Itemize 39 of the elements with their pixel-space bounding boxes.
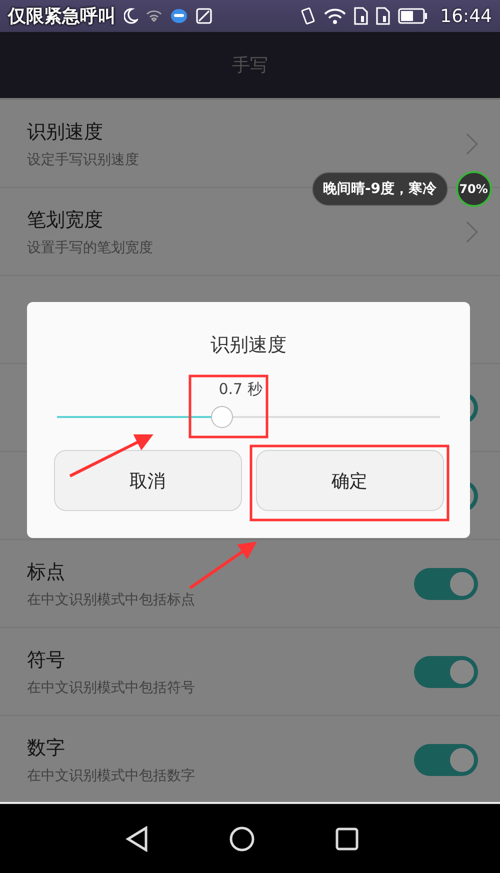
slider-value: 0.7 秒 [218, 380, 262, 399]
cancel-button[interactable]: 取消 [54, 450, 242, 511]
home-icon[interactable] [229, 826, 255, 852]
wifi-icon [324, 8, 346, 24]
setting-title: 标点 [27, 560, 65, 584]
setting-title: 识别速度 [27, 120, 103, 144]
percent-badge: 70% [456, 171, 492, 207]
setting-title: 数字 [27, 736, 65, 760]
setting-description: 在中文识别模式中包括数字 [27, 766, 195, 784]
setting-description: 设置手写的笔划宽度 [27, 238, 153, 256]
chevron-right-icon [466, 132, 478, 154]
slider-thumb[interactable] [210, 406, 233, 428]
dialog-title: 识别速度 [210, 333, 286, 358]
weather-badge: 晚间晴-9度，寒冷 [312, 172, 448, 206]
settings-row[interactable]: 符号 在中文识别模式中包括符号 [0, 628, 500, 716]
chevron-right-icon [466, 220, 478, 242]
sim-card-icon [376, 7, 390, 25]
toggle-switch[interactable] [414, 744, 478, 776]
setting-title: 笔划宽度 [27, 208, 103, 232]
sim-card-icon [354, 7, 368, 25]
battery-icon [398, 8, 428, 24]
setting-description: 在中文识别模式中包括符号 [27, 678, 195, 696]
pointer-arrow [189, 542, 257, 590]
toggle-switch[interactable] [414, 656, 478, 688]
recents-icon[interactable] [335, 826, 359, 850]
moon-icon [124, 8, 138, 24]
confirm-button[interactable]: 确定 [256, 450, 444, 511]
vibrate-icon [300, 7, 316, 25]
setting-description: 在中文识别模式中包括标点 [27, 590, 195, 608]
setting-title: 符号 [27, 648, 65, 672]
screen-title: 手写 [232, 54, 268, 77]
settings-row[interactable]: 标点 在中文识别模式中包括标点 [0, 540, 500, 628]
setting-description: 设定手写识别速度 [27, 150, 139, 168]
back-icon[interactable] [125, 826, 149, 852]
carrier-text: 仅限紧急呼叫 [8, 5, 116, 28]
clock-text: 16:44 [440, 6, 492, 26]
toggle-switch[interactable] [414, 568, 478, 600]
wifi-icon [146, 10, 162, 22]
image-icon [196, 8, 212, 24]
